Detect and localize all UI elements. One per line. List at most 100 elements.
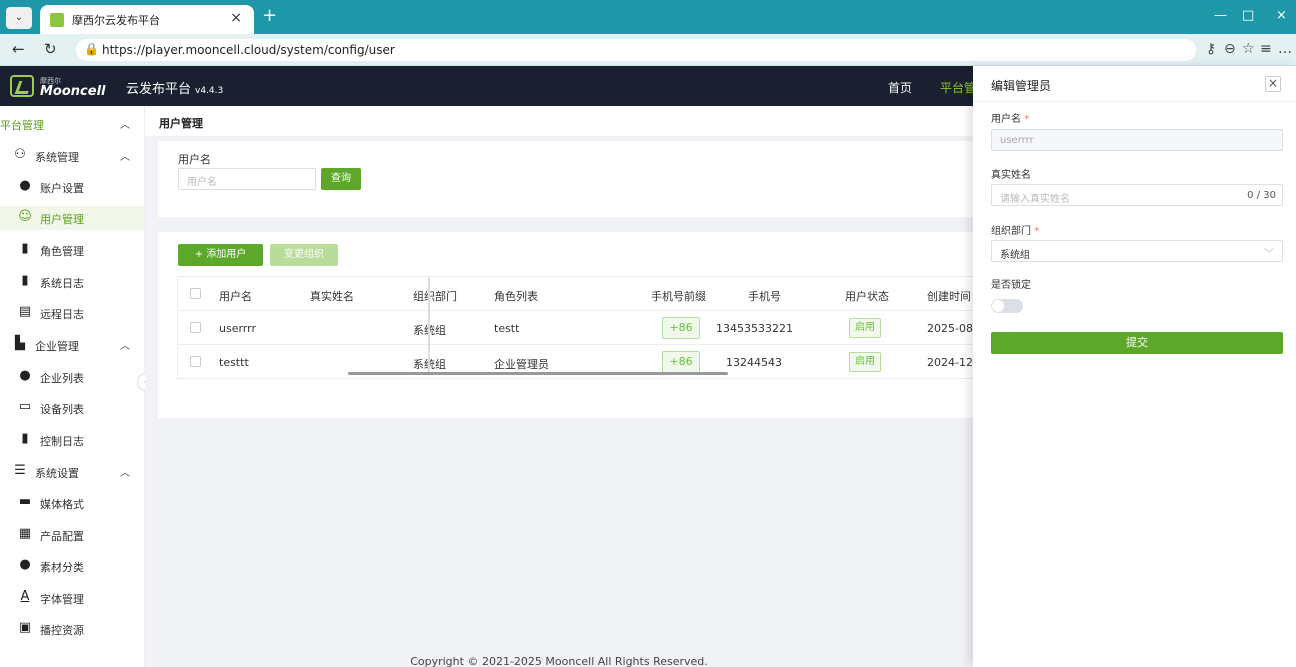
col-phone: 手机号	[748, 290, 781, 303]
footer-copyright: Copyright © 2021-2025 Mooncell All Right…	[410, 655, 708, 667]
close-tab-icon[interactable]: ×	[230, 10, 242, 26]
drawer-header: 编辑管理员 ×	[973, 66, 1296, 102]
url-field[interactable]: 🔒 https://player.mooncell.cloud/system/c…	[76, 39, 1196, 61]
user-table: 用户名 真实姓名 组织部门 角色列表 手机号前缀 手机号 用户状态 创建时间 u…	[177, 276, 977, 380]
filter-card: 用户名 用户名 查询	[158, 141, 973, 217]
col-created: 创建时间	[927, 290, 971, 303]
lock-icon: 🔒	[84, 42, 99, 56]
password-key-icon[interactable]: ⚷	[1206, 41, 1216, 57]
sidebar-group-system[interactable]: ⚇ 系统管理 ︿	[0, 144, 144, 168]
favorite-star-icon[interactable]: ☆	[1242, 41, 1255, 57]
favicon-icon	[50, 13, 64, 27]
col-dept: 组织部门	[413, 290, 457, 303]
sidebar-item-remote-log[interactable]: ▤ 远程日志	[0, 301, 144, 325]
col-realname: 真实姓名	[310, 290, 354, 303]
url-text: https://player.mooncell.cloud/system/con…	[102, 43, 395, 57]
locked-label: 是否锁定	[991, 280, 1031, 291]
close-icon[interactable]: ×	[1265, 76, 1281, 92]
nav-home[interactable]: 首页	[888, 79, 912, 96]
logo-en: Mooncell	[40, 84, 106, 99]
sliders-icon: ☰	[14, 463, 26, 478]
fixed-column-divider	[428, 277, 430, 373]
back-icon[interactable]: ←	[12, 40, 25, 58]
user-group-icon: ☺	[18, 209, 32, 224]
more-icon[interactable]: …	[1278, 41, 1292, 57]
resource-icon: ▣	[18, 620, 32, 635]
filter-username-label: 用户名	[178, 153, 211, 166]
tab-list-dropdown[interactable]: ⌄	[6, 7, 32, 29]
app-title: 云发布平台 v4.4.3	[126, 82, 224, 97]
close-window-icon[interactable]: ×	[1276, 8, 1287, 23]
change-org-button[interactable]: 变更组织	[270, 244, 338, 266]
monitor-icon: ▭	[18, 399, 32, 414]
username-search-input[interactable]: 用户名	[178, 168, 316, 190]
app-version: v4.4.3	[195, 86, 224, 96]
role-icon: ▮	[21, 241, 29, 256]
tab-title: 摩西尔云发布平台	[72, 14, 160, 27]
sidebar-item-users[interactable]: ☺ 用户管理	[0, 206, 144, 230]
table-header-row: 用户名 真实姓名 组织部门 角色列表 手机号前缀 手机号 用户状态 创建时间	[178, 277, 974, 311]
chevron-up-icon: ︿	[120, 468, 130, 479]
drawer-title: 编辑管理员	[991, 79, 1052, 93]
sidebar-item-product-config[interactable]: ▦ 产品配置	[0, 523, 144, 547]
sidebar-item-enterprise-list[interactable]: ● 企业列表	[0, 365, 144, 389]
table-row[interactable]: userrrr 系统组 testt +86 13453533221 启用 202…	[178, 311, 977, 345]
sidebar-platform-management[interactable]: 平台管理 ︿	[0, 112, 144, 136]
sidebar-item-control-log[interactable]: ▮ 控制日志	[0, 428, 144, 452]
dept-select[interactable]: 系统组 ﹀	[991, 240, 1283, 262]
phone-prefix-tag: +86	[662, 317, 700, 339]
username-field: userrrr	[991, 129, 1283, 151]
browser-tab[interactable]: 摩西尔云发布平台 ×	[40, 5, 254, 34]
realname-field[interactable]: 请输入真实姓名 0 / 30	[991, 184, 1283, 206]
edit-admin-drawer: 编辑管理员 × 用户名 * userrrr 真实姓名 请输入真实姓名 0 / 3…	[973, 66, 1296, 667]
category-icon: ●	[19, 557, 31, 572]
minimize-icon[interactable]: —	[1214, 8, 1227, 23]
col-roles: 角色列表	[494, 290, 538, 303]
status-badge: 启用	[849, 352, 881, 372]
sidebar-item-material-category[interactable]: ● 素材分类	[0, 554, 144, 578]
add-user-button[interactable]: + 添加用户	[178, 244, 263, 266]
building-icon: ▙	[15, 336, 25, 351]
favorites-list-icon[interactable]: ≡	[1260, 41, 1272, 57]
table-card: + 添加用户 变更组织 用户名 真实姓名 组织部门 角色列表 手机号前缀 手机号…	[158, 232, 977, 418]
row-checkbox[interactable]	[190, 356, 201, 367]
nav-platform[interactable]: 平台管	[940, 79, 976, 96]
new-tab-icon[interactable]: +	[262, 6, 277, 26]
remote-log-icon: ▤	[18, 304, 32, 319]
submit-button[interactable]: 提交	[991, 332, 1283, 354]
sidebar-item-font-management[interactable]: A 字体管理	[0, 586, 144, 610]
status-badge: 启用	[849, 318, 881, 338]
refresh-icon[interactable]: ↻	[44, 40, 57, 58]
locked-toggle[interactable]	[991, 299, 1023, 313]
image-icon: ▬	[18, 494, 32, 509]
sidebar-item-device-list[interactable]: ▭ 设备列表	[0, 396, 144, 420]
maximize-icon[interactable]: □	[1242, 8, 1254, 23]
sidebar-item-account[interactable]: ● 账户设置	[0, 175, 144, 199]
users-icon: ⚇	[14, 147, 26, 162]
realname-label: 真实姓名	[991, 170, 1031, 181]
sidebar-group-settings[interactable]: ☰ 系统设置 ︿	[0, 460, 144, 484]
realname-char-count: 0 / 30	[1247, 190, 1276, 201]
sidebar-item-system-log[interactable]: ▮ 系统日志	[0, 270, 144, 294]
account-icon: ●	[19, 178, 31, 193]
sidebar-item-media-format[interactable]: ▬ 媒体格式	[0, 491, 144, 515]
sidebar-group-enterprise[interactable]: ▙ 企业管理 ︿	[0, 333, 144, 357]
chevron-down-icon: ﹀	[1264, 249, 1274, 260]
sidebar-item-playback-resource[interactable]: ▣ 播控资源	[0, 617, 144, 641]
list-icon: ●	[19, 368, 31, 383]
browser-tab-bar: ⌄ 摩西尔云发布平台 × + — □ ×	[0, 0, 1296, 34]
table-horizontal-scrollbar[interactable]	[348, 372, 728, 375]
grid-icon: ▦	[18, 526, 32, 541]
sidebar-item-roles[interactable]: ▮ 角色管理	[0, 238, 144, 262]
query-button[interactable]: 查询	[321, 168, 361, 190]
chevron-up-icon: ︿	[120, 341, 130, 352]
zoom-icon[interactable]: ⊖	[1224, 41, 1236, 57]
phone-prefix-tag: +86	[662, 351, 700, 373]
breadcrumb: 用户管理	[145, 106, 973, 136]
col-phone-prefix: 手机号前缀	[651, 290, 706, 303]
username-label: 用户名 *	[991, 114, 1030, 125]
row-checkbox[interactable]	[190, 322, 201, 333]
col-username: 用户名	[219, 290, 252, 303]
select-all-checkbox[interactable]	[190, 288, 201, 299]
main-content: 用户管理 用户名 用户名 查询 + 添加用户 变更组织 用户名 真实姓名 组织部…	[145, 106, 977, 667]
